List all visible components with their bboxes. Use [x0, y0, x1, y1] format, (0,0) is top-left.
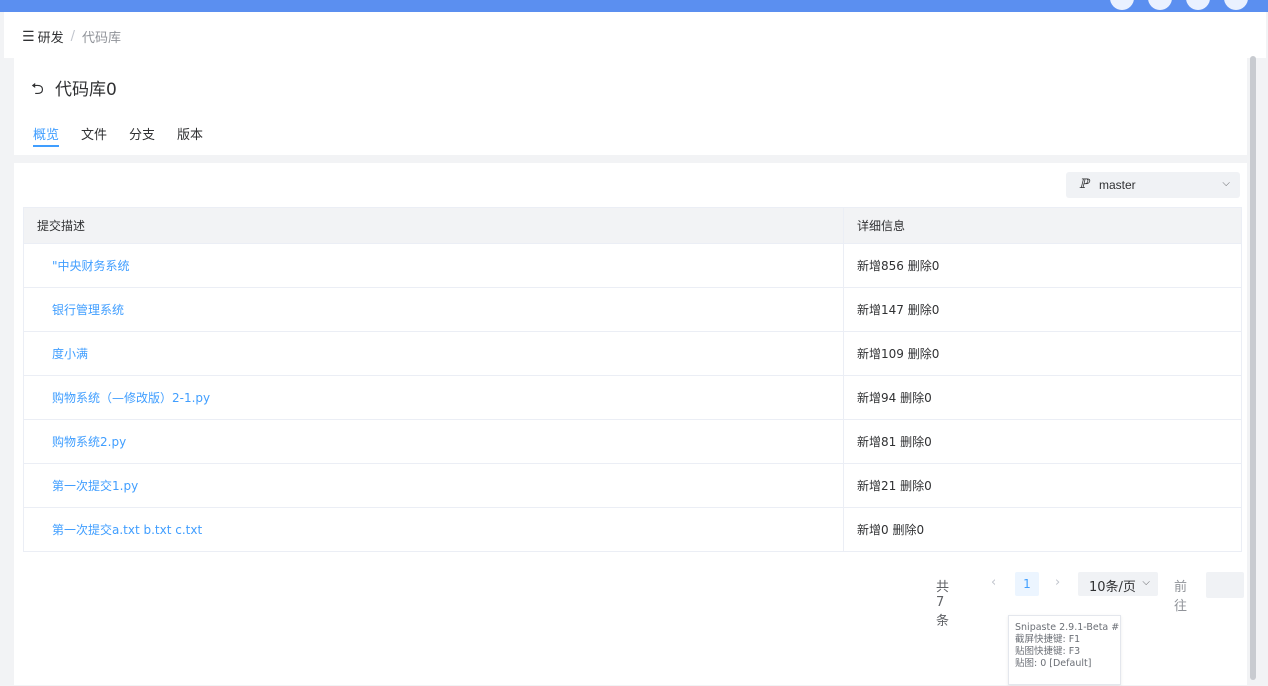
column-header-description: 提交描述 — [23, 207, 844, 244]
page-size-select[interactable]: 10条/页 ⌵ — [1078, 572, 1158, 596]
breadcrumb-bar: ☰ 研发 / 代码库 — [4, 12, 1266, 58]
table-row: 银行管理系统 新增147 删除0 — [23, 287, 1242, 332]
tooltip-line: 贴图快捷键: F3 — [1015, 646, 1081, 657]
tooltip-line: Snipaste 2.9.1-Beta # — [1015, 622, 1120, 633]
snipaste-tooltip: Snipaste 2.9.1-Beta # 截屏快捷键: F1 贴图快捷键: F… — [1008, 615, 1121, 685]
branch-select[interactable]: ℙ master ⌵ — [1066, 172, 1240, 198]
branch-select-value: master — [1099, 178, 1136, 192]
table-row: "中央财务系统 新增856 删除0 — [23, 243, 1242, 288]
commits-table: 提交描述 详细信息 "中央财务系统 新增856 删除0 银行管理系统 新增147… — [23, 207, 1242, 552]
commit-details: 新增94 删除0 — [843, 375, 1242, 420]
commit-description-link[interactable]: 度小满 — [23, 331, 844, 376]
tab-files[interactable]: 文件 — [81, 124, 107, 148]
commit-description-link[interactable]: "中央财务系统 — [23, 243, 844, 288]
branch-icon: ℙ — [1079, 177, 1089, 192]
menu-icon[interactable]: ☰ — [22, 29, 35, 45]
table-row: 第一次提交1.py 新增21 删除0 — [23, 463, 1242, 508]
table-row: 度小满 新增109 删除0 — [23, 331, 1242, 376]
page-number-button[interactable]: 1 — [1015, 572, 1039, 596]
back-arrow-icon[interactable]: ⮌ — [31, 78, 44, 105]
header-icon[interactable] — [1224, 0, 1248, 10]
commit-details: 新增81 删除0 — [843, 419, 1242, 464]
header-icon[interactable] — [1186, 0, 1210, 10]
tab-branches[interactable]: 分支 — [129, 124, 155, 148]
commit-description-link[interactable]: 购物系统2.py — [23, 419, 844, 464]
next-page-button[interactable]: › — [1055, 575, 1060, 590]
chevron-down-icon: ⌵ — [1142, 577, 1150, 588]
commit-description-link[interactable]: 第一次提交a.txt b.txt c.txt — [23, 507, 844, 552]
header-icon[interactable] — [1148, 0, 1172, 10]
page-title: 代码库0 — [55, 80, 117, 100]
commit-description-link[interactable]: 银行管理系统 — [23, 287, 844, 332]
tooltip-line: 贴图: 0 [Default] — [1015, 658, 1092, 669]
header-icon[interactable] — [1110, 0, 1134, 10]
commit-details: 新增856 删除0 — [843, 243, 1242, 288]
top-nav-bar — [0, 0, 1268, 12]
page-size-value: 10条/页 — [1089, 580, 1136, 595]
commit-description-link[interactable]: 第一次提交1.py — [23, 463, 844, 508]
tab-overview[interactable]: 概览 — [33, 124, 60, 148]
breadcrumb-section[interactable]: 研发 — [38, 27, 64, 46]
breadcrumb: ☰ 研发 / 代码库 — [22, 27, 121, 47]
column-header-details: 详细信息 — [843, 207, 1242, 244]
table-row: 购物系统2.py 新增81 删除0 — [23, 419, 1242, 464]
commit-details: 新增109 删除0 — [843, 331, 1242, 376]
commit-details: 新增147 删除0 — [843, 287, 1242, 332]
repo-header-panel: ⮌ 代码库0 概览 文件 分支 版本 — [14, 58, 1247, 155]
table-row: 购物系统（—修改版）2-1.py 新增94 删除0 — [23, 375, 1242, 420]
breadcrumb-current: 代码库 — [81, 31, 121, 46]
tab-versions[interactable]: 版本 — [177, 124, 203, 148]
commit-description-link[interactable]: 购物系统（—修改版）2-1.py — [23, 375, 844, 420]
breadcrumb-separator: / — [70, 29, 75, 44]
table-header-row: 提交描述 详细信息 — [23, 207, 1242, 244]
goto-label: 前往 — [1174, 580, 1188, 614]
repo-tabs: 概览 文件 分支 版本 — [33, 124, 225, 148]
tooltip-line: 截屏快捷键: F1 — [1015, 634, 1081, 645]
goto-page-input[interactable] — [1206, 572, 1244, 598]
vertical-scrollbar[interactable] — [1250, 56, 1256, 680]
table-row: 第一次提交a.txt b.txt c.txt 新增0 删除0 — [23, 507, 1242, 552]
chevron-down-icon: ⌵ — [1222, 178, 1230, 189]
commits-panel: ℙ master ⌵ 提交描述 详细信息 "中央财务系统 新增856 删除0 银… — [14, 163, 1247, 685]
commit-details: 新增21 删除0 — [843, 463, 1242, 508]
prev-page-button[interactable]: ‹ — [991, 575, 996, 590]
pagination-total: 共 7 条 — [936, 580, 950, 629]
commit-details: 新增0 删除0 — [843, 507, 1242, 552]
